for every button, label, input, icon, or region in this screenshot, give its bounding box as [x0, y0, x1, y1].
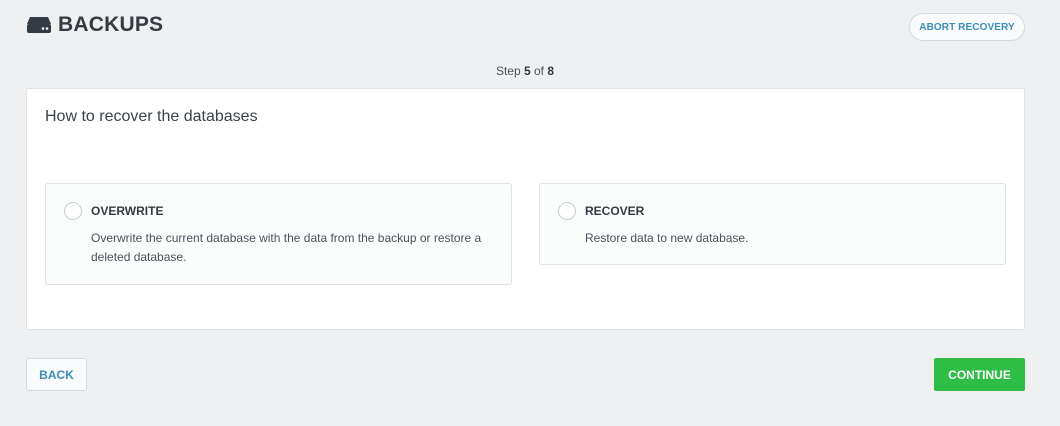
option-title: RECOVER — [585, 204, 645, 218]
page-title: BACKUPS — [58, 13, 164, 36]
step-of: of — [534, 64, 545, 78]
step-current: 5 — [523, 64, 531, 78]
overwrite-radio[interactable] — [64, 202, 82, 220]
hard-drive-icon — [26, 16, 52, 34]
option-description: Restore data to new database. — [585, 231, 749, 245]
step-total: 8 — [547, 64, 555, 78]
continue-button[interactable]: CONTINUE — [934, 358, 1025, 391]
back-button[interactable]: BACK — [26, 358, 87, 391]
option-title: OVERWRITE — [91, 204, 164, 218]
step-indicator: Step 5 of 8 — [0, 64, 1050, 78]
option-description: Overwrite the current database with the … — [91, 231, 482, 264]
page-header: BACKUPS — [26, 13, 163, 37]
recovery-method-card: How to recover the databases OVERWRITE O… — [26, 88, 1025, 330]
option-overwrite[interactable]: OVERWRITE Overwrite the current database… — [45, 183, 512, 285]
step-prefix: Step — [495, 64, 521, 78]
recover-radio[interactable] — [558, 202, 576, 220]
abort-recovery-button[interactable]: ABORT RECOVERY — [909, 13, 1025, 41]
option-recover[interactable]: RECOVER Restore data to new database. — [539, 183, 1006, 265]
card-title: How to recover the databases — [45, 108, 258, 125]
